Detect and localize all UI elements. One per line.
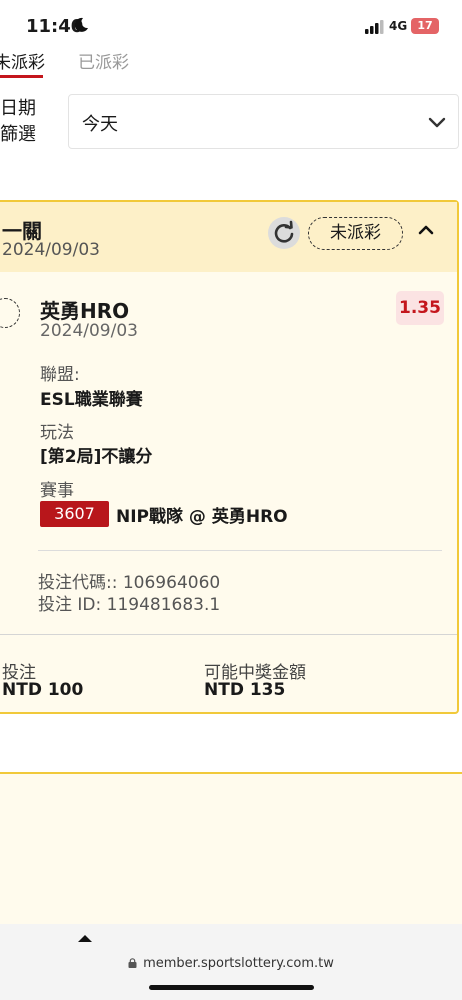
chevron-up-icon[interactable] xyxy=(418,224,434,236)
tab-unpaid[interactable]: 未派彩 xyxy=(0,48,45,73)
refresh-button[interactable] xyxy=(268,217,300,249)
bet-card: 一關 2024/09/03 未派彩 英勇HRO 2024/09/03 1.35 … xyxy=(0,200,459,714)
divider xyxy=(38,550,442,551)
payout-status-badge: 未派彩 xyxy=(308,217,403,250)
bet-card-header[interactable]: 一關 2024/09/03 未派彩 xyxy=(0,202,457,272)
bet-date: 2024/09/03 xyxy=(2,240,100,260)
home-indicator[interactable] xyxy=(149,985,314,990)
date-filter-select[interactable]: 今天 xyxy=(68,94,459,149)
battery-icon: 17 xyxy=(411,18,439,34)
active-tab-indicator xyxy=(0,75,43,78)
bet-id: 投注 ID: 119481683.1 xyxy=(38,595,221,615)
selection-date: 2024/09/03 xyxy=(40,321,138,341)
lock-icon xyxy=(128,958,137,968)
play-label: 玩法 xyxy=(40,423,74,443)
event-number-badge: 3607 xyxy=(40,501,109,527)
tab-paid[interactable]: 已派彩 xyxy=(78,48,129,73)
selection-team: 英勇HRO xyxy=(40,299,130,323)
date-filter-label: 日期篩選 xyxy=(0,98,36,145)
payout-value: NTD 135 xyxy=(204,680,286,700)
selection-status-icon xyxy=(0,298,20,328)
odds-badge: 1.35 xyxy=(396,291,444,325)
next-bet-card xyxy=(0,772,462,924)
league-label: 聯盟: xyxy=(40,365,80,385)
home-icon[interactable] xyxy=(78,934,92,942)
signal-icon xyxy=(365,20,384,34)
date-filter-value: 今天 xyxy=(82,114,118,135)
url-text: member.sportslottery.com.tw xyxy=(143,956,334,971)
event-label: 賽事 xyxy=(40,481,74,501)
stake-value: NTD 100 xyxy=(2,680,84,700)
payout-tabs: 未派彩 已派彩 xyxy=(0,44,462,80)
network-type: 4G xyxy=(389,19,408,33)
play-value: [第2局]不讓分 xyxy=(40,447,153,467)
refresh-icon xyxy=(274,220,294,243)
moon-icon xyxy=(74,17,88,32)
league-value: ESL職業聯賽 xyxy=(40,390,143,410)
event-name: NIP戰隊 @ 英勇HRO xyxy=(116,507,288,527)
chevron-down-icon xyxy=(428,117,446,128)
browser-url-bar[interactable]: member.sportslottery.com.tw xyxy=(0,956,462,971)
divider xyxy=(0,634,457,635)
status-bar: 11:40 4G 17 xyxy=(0,0,462,50)
